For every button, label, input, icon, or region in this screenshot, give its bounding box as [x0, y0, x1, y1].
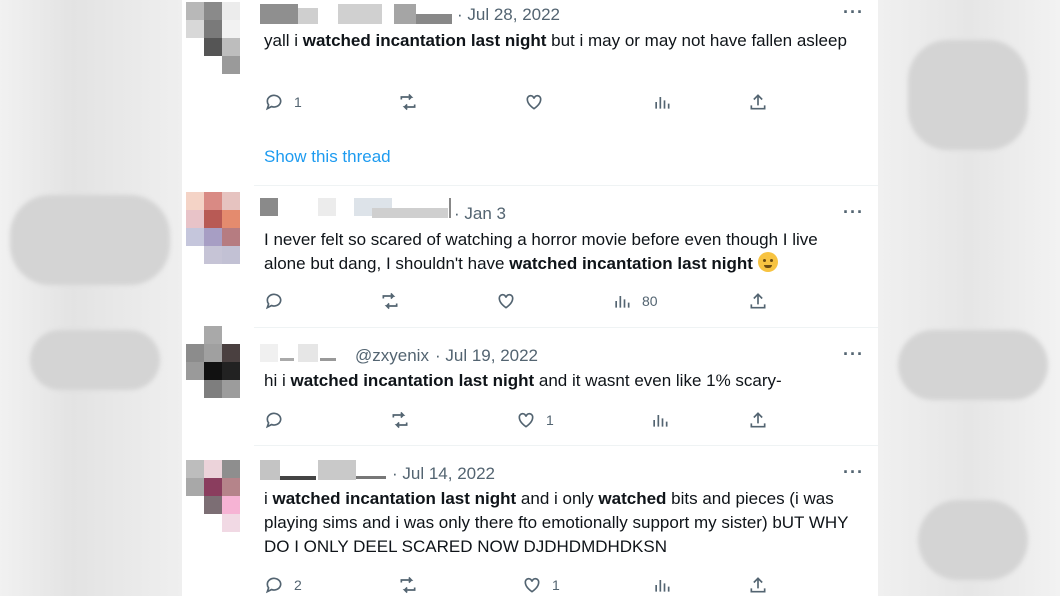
more-options-icon[interactable]: ···: [843, 344, 864, 365]
tweet[interactable]: @zxyenix · Jul 19, 2022 ··· hi i watched…: [182, 326, 878, 446]
reply-icon: [265, 293, 282, 310]
text-part: [753, 254, 758, 273]
blurred-username[interactable]: [260, 344, 350, 364]
heart-icon: [524, 577, 540, 593]
more-options-icon[interactable]: ···: [843, 462, 864, 483]
share-button[interactable]: [748, 573, 768, 596]
tweet-date[interactable]: · Jan 3: [454, 204, 506, 224]
blurred-background-left: [0, 0, 182, 596]
tweet-date[interactable]: · Jul 14, 2022: [392, 464, 495, 484]
analytics-icon: [615, 296, 630, 308]
highlighted-text: watched incantation last night: [272, 489, 517, 508]
reply-icon: [265, 412, 282, 429]
crying-face-emoji: [757, 252, 778, 272]
heart-icon: [498, 293, 514, 309]
reply-button[interactable]: 1: [264, 90, 302, 114]
views-button[interactable]: [652, 573, 672, 596]
text-part: yall i: [264, 31, 303, 50]
like-count: 1: [546, 412, 554, 428]
avatar[interactable]: [186, 460, 242, 536]
analytics-icon: [655, 580, 670, 592]
analytics-icon: [655, 97, 670, 109]
retweet-icon: [392, 411, 408, 429]
text-part: but i may or may not have fallen asleep: [546, 31, 847, 50]
views-button[interactable]: [652, 90, 672, 114]
reply-count: 1: [294, 94, 302, 110]
share-button[interactable]: [748, 289, 768, 313]
share-button[interactable]: [748, 90, 768, 114]
blurred-background-right: [878, 0, 1060, 596]
text-part: i: [264, 489, 273, 508]
retweet-icon: [382, 292, 398, 310]
like-button[interactable]: 1: [516, 408, 554, 432]
retweet-button[interactable]: [380, 289, 400, 313]
tweet-date[interactable]: · Jul 28, 2022: [457, 5, 560, 25]
reply-button[interactable]: [264, 408, 284, 432]
highlighted-text: watched: [598, 489, 667, 508]
analytics-icon: [653, 415, 668, 427]
blurred-username[interactable]: [260, 4, 452, 24]
tweet-actions: 1: [264, 408, 784, 432]
tweet-feed: · Jul 28, 2022 ··· yall i watched incant…: [182, 0, 878, 596]
share-icon: [750, 94, 766, 110]
share-icon: [750, 577, 766, 593]
views-count: 80: [642, 293, 658, 309]
tweet-actions: 1: [264, 90, 784, 114]
tweet-text: I never felt so scared of watching a hor…: [264, 228, 854, 276]
tweet[interactable]: · Jul 28, 2022 ··· yall i watched incant…: [182, 0, 878, 186]
text-part: hi i: [264, 371, 291, 390]
retweet-button[interactable]: [398, 90, 418, 114]
reply-icon: [265, 94, 282, 111]
reply-button[interactable]: 2: [264, 573, 302, 596]
reply-button[interactable]: [264, 289, 284, 313]
share-icon: [750, 412, 766, 428]
heart-icon: [526, 94, 542, 110]
retweet-button[interactable]: [398, 573, 418, 596]
tweet-text: i watched incantation last night and i o…: [264, 487, 854, 559]
heart-icon: [518, 412, 534, 428]
show-thread-link[interactable]: Show this thread: [264, 147, 391, 167]
like-button[interactable]: [524, 90, 544, 114]
text-part: and it wasnt even like 1% scary-: [534, 371, 782, 390]
highlighted-text: watched incantation last night: [509, 254, 753, 273]
tweet-handle[interactable]: @zxyenix: [355, 346, 429, 366]
blurred-username[interactable]: [260, 460, 390, 480]
tweet[interactable]: · Jul 14, 2022 ··· i watched incantation…: [182, 446, 878, 596]
text-part: and i only: [516, 489, 599, 508]
reply-count: 2: [294, 577, 302, 593]
retweet-icon: [400, 576, 416, 594]
share-button[interactable]: [748, 408, 768, 432]
retweet-button[interactable]: [390, 408, 410, 432]
tweet-actions: 2 1: [264, 573, 784, 596]
tweet-date[interactable]: · Jul 19, 2022: [435, 346, 538, 366]
more-options-icon[interactable]: ···: [843, 202, 864, 223]
views-button[interactable]: 80: [612, 289, 658, 313]
reply-icon: [265, 577, 282, 594]
avatar[interactable]: [186, 2, 242, 78]
tweet[interactable]: · Jan 3 ··· I never felt so scared of wa…: [182, 186, 878, 328]
tweet-actions: 80: [264, 289, 784, 313]
more-options-icon[interactable]: ···: [843, 2, 864, 23]
avatar[interactable]: [186, 326, 242, 402]
highlighted-text: watched incantation last night: [302, 31, 547, 50]
like-count: 1: [552, 577, 560, 593]
blurred-username[interactable]: [260, 198, 452, 218]
like-button[interactable]: 1: [522, 573, 560, 596]
views-button[interactable]: [650, 408, 670, 432]
share-icon: [750, 293, 766, 309]
tweet-text: hi i watched incantation last night and …: [264, 369, 854, 393]
retweet-icon: [400, 93, 416, 111]
tweet-text: yall i watched incantation last night bu…: [264, 29, 854, 53]
highlighted-text: watched incantation last night: [290, 371, 535, 390]
like-button[interactable]: [496, 289, 516, 313]
avatar[interactable]: [186, 192, 242, 268]
